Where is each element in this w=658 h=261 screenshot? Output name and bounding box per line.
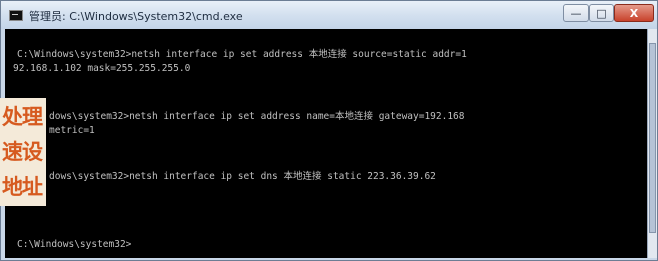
- close-button[interactable]: X: [614, 4, 654, 22]
- cmd-window: 管理员: C:\Windows\System32\cmd.exe — □ X C…: [0, 0, 658, 261]
- caption-overlay: 处理 速设 地址: [0, 98, 46, 206]
- console-line: C:\Windows\system32>netsh interface ip s…: [17, 49, 467, 60]
- scroll-thumb[interactable]: [649, 43, 656, 233]
- cmd-icon: [9, 10, 23, 21]
- console-line: 92.168.1.102 mask=255.255.255.0: [13, 63, 191, 74]
- console-line: dows\system32>netsh interface ip set dns…: [49, 171, 436, 182]
- overlay-text-line: 处理: [2, 105, 43, 129]
- console-output[interactable]: C:\Windows\system32>netsh interface ip s…: [5, 29, 647, 258]
- minimize-button[interactable]: —: [563, 4, 589, 22]
- vertical-scrollbar[interactable]: [647, 29, 657, 258]
- maximize-button[interactable]: □: [589, 4, 614, 22]
- window-title: 管理员: C:\Windows\System32\cmd.exe: [29, 10, 243, 23]
- console-line: dows\system32>netsh interface ip set add…: [49, 111, 465, 122]
- overlay-text-line: 地址: [2, 175, 43, 199]
- console-line: metric=1: [49, 125, 95, 136]
- console-prompt: C:\Windows\system32>: [17, 239, 132, 250]
- overlay-text-line: 速设: [2, 140, 43, 164]
- title-bar[interactable]: 管理员: C:\Windows\System32\cmd.exe — □ X: [1, 1, 657, 29]
